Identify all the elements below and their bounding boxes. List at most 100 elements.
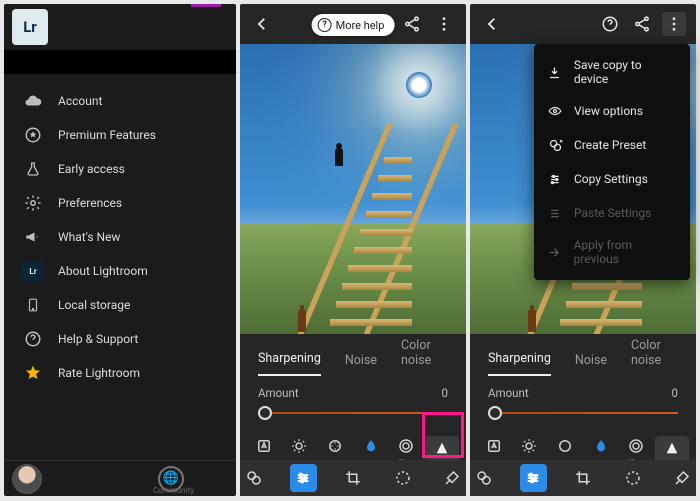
menu-paste-settings: Paste Settings [534,196,690,230]
amount-label: Amount [488,386,529,400]
help-icon [22,328,44,350]
mode-bar [240,460,466,496]
sidebar-item-label: Local storage [58,298,130,312]
amount-value: 0 [672,386,678,400]
avatar[interactable] [12,464,42,494]
sidebar-item-label: Rate Lightroom [58,366,140,380]
detail-subtabs: Sharpening Noise Color noise [470,334,696,376]
share-icon[interactable] [630,12,654,36]
editor-panel-right: Save copy to device View options Create … [470,4,696,496]
cloud-icon [22,90,44,112]
editor-panel-middle: ? More help Sharpening Noi [240,4,466,496]
mode-edit[interactable] [520,464,548,492]
amount-slider[interactable] [488,406,678,420]
menu-label: Paste Settings [574,206,651,220]
mode-masking[interactable] [619,464,647,492]
menu-save-copy[interactable]: Save copy to device [534,50,690,94]
help-icon: ? [318,18,332,32]
light-icon [289,436,309,456]
eye-gear-icon [546,102,564,120]
effects-icon [626,436,646,456]
phone-icon [22,294,44,316]
star-filled-icon [22,362,44,384]
help-icon[interactable] [598,12,622,36]
menu-label: Create Preset [574,138,646,152]
mode-presets[interactable] [470,464,498,492]
more-icon[interactable] [662,12,686,36]
preset-add-icon [546,136,564,154]
back-icon[interactable] [250,12,274,36]
amount-slider[interactable] [258,406,448,420]
sidebar: Lr Account Premium Features Early access… [4,4,236,496]
blur-icon [591,436,611,456]
amount-value: 0 [442,386,448,400]
sidebar-item-about[interactable]: Lr About Lightroom [4,254,236,288]
community-label: Community [153,486,194,495]
more-help-label: More help [336,19,385,32]
sidebar-item-label: Premium Features [58,128,156,142]
sidebar-item-whatsnew[interactable]: What's New [4,220,236,254]
sidebar-item-label: Early access [58,162,125,176]
subtab-noise[interactable]: Noise [575,353,607,376]
color-icon [555,436,575,456]
menu-create-preset[interactable]: Create Preset [534,128,690,162]
sidebar-item-account[interactable]: Account [4,84,236,118]
lr-badge-icon: Lr [22,261,44,281]
detail-icon [662,438,682,458]
sidebar-item-label: Preferences [58,196,122,210]
menu-label: Save copy to device [574,58,678,86]
megaphone-icon [22,226,44,248]
apply-prev-icon [546,243,564,261]
sidebar-item-premium[interactable]: Premium Features [4,118,236,152]
more-icon[interactable] [432,12,456,36]
share-icon[interactable] [400,12,424,36]
sidebar-item-early-access[interactable]: Early access [4,152,236,186]
back-icon[interactable] [480,12,504,36]
subtab-color-noise[interactable]: Color noise [401,338,448,376]
paste-sliders-icon [546,204,564,222]
copy-sliders-icon [546,170,564,188]
menu-label: Apply from previous [574,238,678,266]
photo-preview[interactable] [240,44,466,334]
more-help-chip[interactable]: ? More help [312,14,395,36]
sidebar-item-rate[interactable]: Rate Lightroom [4,356,236,390]
sidebar-item-label: About Lightroom [58,264,148,278]
light-icon [519,436,539,456]
menu-copy-settings[interactable]: Copy Settings [534,162,690,196]
amount-label: Amount [258,386,299,400]
mode-crop[interactable] [569,464,597,492]
subtab-noise[interactable]: Noise [345,353,377,376]
subtab-sharpening[interactable]: Sharpening [488,351,551,376]
subtab-color-noise[interactable]: Color noise [631,338,678,376]
detail-subtabs: Sharpening Noise Color noise [240,334,466,376]
effects-icon [396,436,416,456]
color-icon [325,436,345,456]
sidebar-item-label: Account [58,94,102,108]
sidebar-item-help[interactable]: Help & Support [4,322,236,356]
download-icon [546,63,564,81]
auto-icon [484,436,504,456]
auto-icon [254,436,274,456]
gear-icon [22,192,44,214]
subtab-sharpening[interactable]: Sharpening [258,351,321,376]
sidebar-item-local-storage[interactable]: Local storage [4,288,236,322]
lr-logo: Lr [12,9,48,45]
mode-masking[interactable] [389,464,417,492]
menu-view-options[interactable]: View options [534,94,690,128]
blur-icon [361,436,381,456]
mode-bar [470,460,696,496]
flask-icon [22,158,44,180]
star-outline-icon [22,124,44,146]
sidebar-item-preferences[interactable]: Preferences [4,186,236,220]
mode-crop[interactable] [339,464,367,492]
sidebar-item-label: What's New [58,230,120,244]
sidebar-item-label: Help & Support [58,332,138,346]
mode-presets[interactable] [240,464,268,492]
detail-icon [432,438,452,458]
menu-label: View options [574,104,643,118]
menu-label: Copy Settings [574,172,648,186]
mode-edit[interactable] [290,464,318,492]
mode-healing[interactable] [438,464,466,492]
mode-healing[interactable] [668,464,696,492]
menu-apply-previous: Apply from previous [534,230,690,274]
